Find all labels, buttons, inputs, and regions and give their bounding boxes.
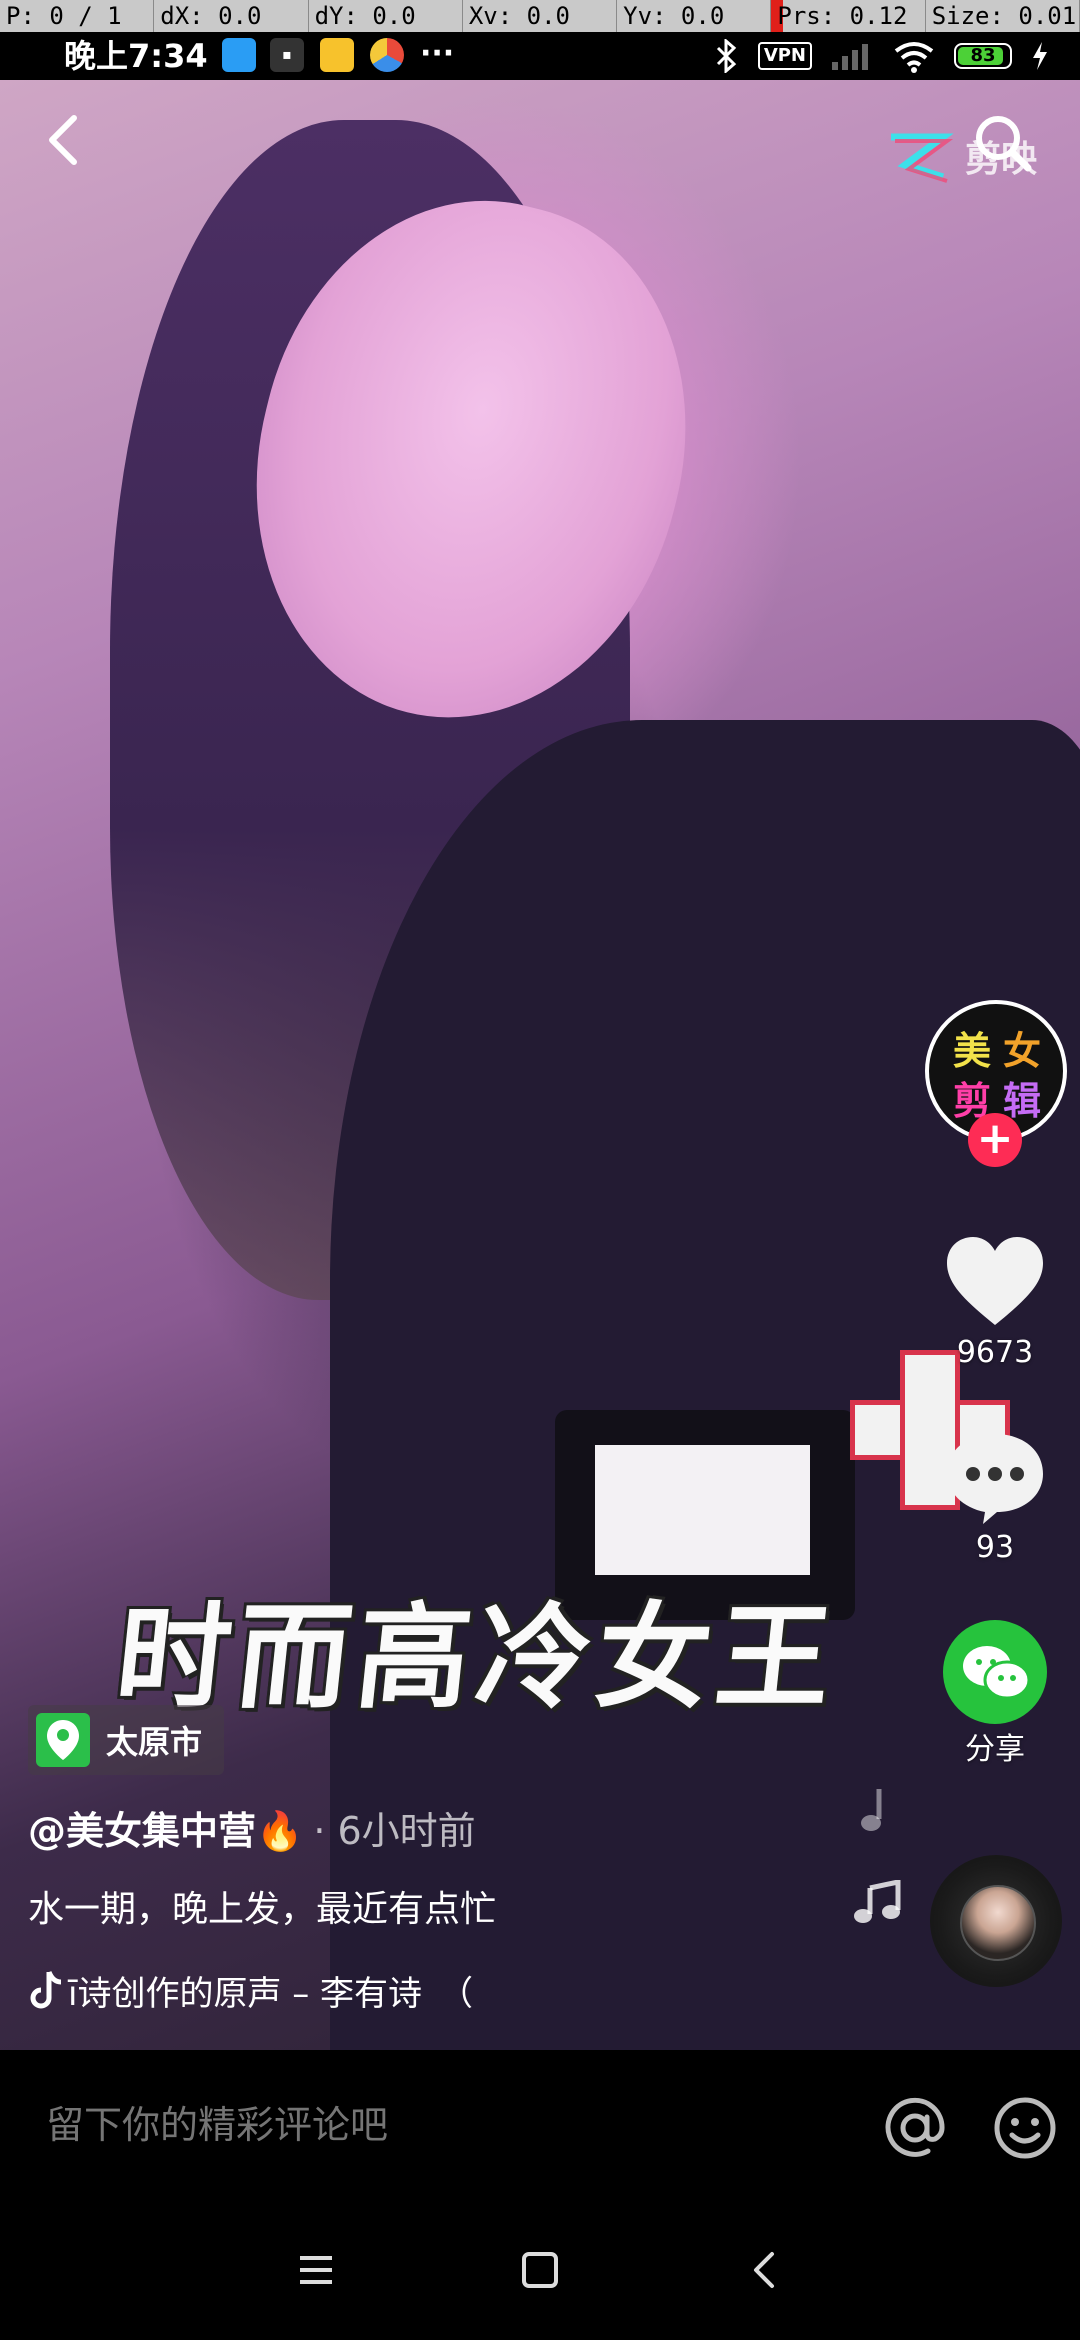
system-navigation-bar: [0, 2200, 1080, 2340]
music-disc[interactable]: [930, 1855, 1062, 1987]
charging-icon: [1033, 42, 1047, 70]
home-icon[interactable]: [518, 2248, 562, 2292]
author-name[interactable]: @美女集中营🔥: [28, 1800, 303, 1855]
comment-button[interactable]: 93: [940, 1430, 1050, 1565]
nav-back-icon[interactable]: [744, 2248, 788, 2292]
comment-bar: [0, 2050, 1080, 2202]
debug-size: Size: 0.01: [926, 0, 1080, 32]
battery-icon: 83: [954, 43, 1012, 69]
weibo-icon: [320, 38, 354, 72]
browser-icon: [370, 38, 404, 72]
debug-dy: dY: 0.0: [309, 0, 463, 32]
app-icon: ▪: [270, 38, 304, 72]
signal-off-icon: [832, 44, 868, 70]
pointer-debug-overlay: P: 0 / 1 dX: 0.0 dY: 0.0 Xv: 0.0 Yv: 0.0…: [0, 0, 1080, 32]
emoji-icon[interactable]: [992, 2095, 1058, 2161]
location-tag[interactable]: 太原市: [28, 1705, 225, 1775]
menu-icon[interactable]: [294, 2248, 338, 2292]
follow-button[interactable]: +: [968, 1113, 1022, 1167]
qq-icon: [222, 38, 256, 72]
more-notifications-icon: ···: [420, 36, 455, 71]
capcut-icon[interactable]: [885, 125, 955, 185]
back-button[interactable]: [40, 110, 88, 170]
video-description[interactable]: 水一期，晚上发，最近有点忙: [28, 1880, 496, 1932]
share-button[interactable]: 分享: [935, 1620, 1055, 1768]
search-icon[interactable]: [970, 110, 1036, 176]
post-time: · 6小时前: [313, 1809, 476, 1853]
like-count: 9673: [956, 1335, 1034, 1370]
avatar-char: 女: [1003, 1028, 1042, 1073]
comment-input[interactable]: [44, 2050, 828, 2202]
wechat-share-icon: [943, 1620, 1047, 1724]
music-cover-avatar: [960, 1885, 1036, 1961]
status-bar: 晚上7:34 ▪ ··· VPN 83: [0, 32, 1080, 80]
debug-xv: Xv: 0.0: [463, 0, 618, 32]
music-note-icon: [861, 1789, 882, 1831]
debug-yv: Yv: 0.0: [617, 0, 772, 32]
heart-icon: [947, 1237, 1043, 1325]
location-label: 太原市: [106, 1723, 203, 1761]
tiktok-note-icon: [30, 1970, 62, 2009]
music-notes-icon: [854, 1880, 901, 1923]
author-line: @美女集中营🔥 · 6小时前: [28, 1800, 476, 1855]
music-row[interactable]: ī诗创作的原声 – 李有诗 （: [28, 1965, 528, 2015]
wifi-icon: [894, 42, 934, 73]
music-title: ī诗创作的原声 – 李有诗 （: [68, 1973, 474, 2014]
comment-icon: [947, 1434, 1043, 1524]
location-pin-icon: [36, 1713, 90, 1767]
debug-dx: dX: 0.0: [154, 0, 309, 32]
debug-prs: Prs: 0.12: [771, 0, 926, 32]
status-right-group: VPN 83: [712, 32, 1050, 80]
debug-pointer: P: 0 / 1: [0, 0, 155, 32]
bluetooth-icon: [716, 39, 737, 73]
status-time: 晚上7:34: [64, 37, 208, 75]
avatar-char: 美: [953, 1028, 992, 1073]
vpn-icon: VPN: [757, 42, 812, 70]
mention-icon[interactable]: [882, 2095, 948, 2161]
like-button[interactable]: 9673: [940, 1235, 1050, 1370]
comment-count: 93: [975, 1530, 1015, 1565]
share-label: 分享: [965, 1732, 1025, 1767]
